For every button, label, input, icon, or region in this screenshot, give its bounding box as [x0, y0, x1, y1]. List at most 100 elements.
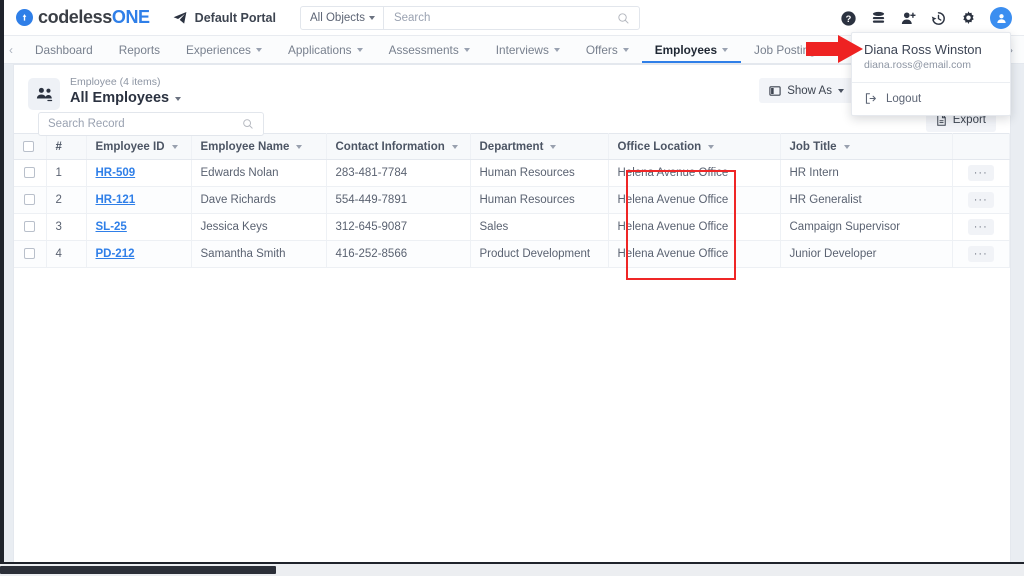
nav-item-interviews[interactable]: Interviews — [483, 36, 573, 63]
nav-item-offers[interactable]: Offers — [573, 36, 642, 63]
window-left-border — [0, 0, 4, 564]
view-selector[interactable]: All Employees — [70, 89, 182, 108]
nav-item-dashboard[interactable]: Dashboard — [22, 36, 106, 63]
user-avatar-button[interactable] — [990, 7, 1012, 29]
user-email: diana.ross@email.com — [864, 59, 971, 71]
people-group-icon — [28, 78, 60, 110]
logout-label: Logout — [886, 92, 922, 105]
gear-icon[interactable] — [960, 10, 977, 27]
row-checkbox[interactable] — [24, 221, 36, 233]
chevron-down-icon[interactable] — [296, 144, 303, 149]
nav-item-employees[interactable]: Employees — [642, 36, 741, 63]
select-all-header — [14, 133, 47, 160]
contact-information-cell: 283-481-7784 — [326, 159, 471, 187]
database-icon[interactable] — [870, 10, 887, 27]
office-location-cell: Helena Avenue Office — [608, 159, 781, 187]
row-checkbox[interactable] — [24, 248, 36, 260]
employee-name-cell: Jessica Keys — [191, 213, 327, 241]
column-header-job-title[interactable]: Job Title — [780, 133, 953, 160]
row-actions-button[interactable]: ··· — [967, 192, 994, 208]
row-actions-button[interactable]: ··· — [967, 219, 994, 235]
chevron-down-icon — [622, 47, 629, 52]
employee-id-link[interactable]: HR-121 — [96, 194, 136, 206]
column-header-department[interactable]: Department — [470, 133, 609, 160]
chevron-down-icon[interactable] — [708, 144, 715, 149]
record-search-box — [38, 112, 264, 136]
help-icon[interactable]: ? — [840, 10, 857, 27]
horizontal-scrollbar-thumb[interactable] — [0, 566, 276, 574]
table-row[interactable]: 3 SL-25 Jessica Keys 312-645-9087 Sales … — [14, 213, 1010, 241]
nav-item-job-postings[interactable]: Job Postings — [741, 36, 846, 63]
people-group-glyph-icon — [36, 87, 52, 101]
nav-item-reports[interactable]: Reports — [106, 36, 173, 63]
chevron-down-icon[interactable] — [550, 144, 557, 149]
office-location-cell: Helena Avenue Office — [608, 213, 781, 241]
horizontal-scrollbar[interactable] — [0, 564, 1024, 576]
table-row[interactable]: 1 HR-509 Edwards Nolan 283-481-7784 Huma… — [14, 159, 1010, 187]
row-number-cell: 4 — [46, 240, 87, 268]
row-actions-button[interactable]: ··· — [967, 165, 994, 181]
department-cell: Product Development — [470, 240, 609, 268]
global-search-bar: All Objects — [300, 6, 640, 30]
employee-id-link[interactable]: PD-212 — [96, 248, 135, 260]
global-search-input[interactable] — [383, 12, 617, 24]
table-row[interactable]: 2 HR-121 Dave Richards 554-449-7891 Huma… — [14, 186, 1010, 214]
column-header-number: # — [46, 133, 87, 160]
chevron-down-icon[interactable] — [843, 144, 850, 149]
chevron-down-icon — [368, 16, 375, 20]
top-bar: codelessONE Default Portal All Objects ? — [0, 0, 1024, 36]
column-header-employee-id[interactable]: Employee ID — [86, 133, 192, 160]
row-select-cell — [14, 240, 47, 268]
nav-label: Reports — [118, 42, 161, 57]
brand-name-part1: codeless — [38, 7, 112, 27]
nav-item-applications[interactable]: Applications — [275, 36, 376, 63]
column-header-employee-name[interactable]: Employee Name — [191, 133, 327, 160]
chevron-down-icon — [722, 47, 729, 52]
table-row[interactable]: 4 PD-212 Samantha Smith 416-252-8566 Pro… — [14, 240, 1010, 268]
portal-selector[interactable]: Default Portal — [172, 10, 276, 26]
search-icon[interactable] — [617, 12, 630, 25]
logout-menu-item[interactable]: Logout — [852, 83, 1010, 115]
user-account-menu: Diana Ross Winston diana.ross@email.com … — [851, 32, 1011, 116]
employee-name-cell: Dave Richards — [191, 186, 327, 214]
job-title-cell: Campaign Supervisor — [780, 213, 953, 241]
table-head: # Employee ID Employee Name Contact Info… — [14, 133, 1010, 160]
row-checkbox[interactable] — [24, 167, 36, 179]
records-panel: Employee (4 items) All Employees Search … — [13, 64, 1011, 564]
search-icon[interactable] — [242, 118, 254, 130]
employee-name-cell: Edwards Nolan — [191, 159, 327, 187]
job-title-cell: HR Intern — [780, 159, 953, 187]
row-actions-cell: ··· — [952, 186, 1010, 214]
row-actions-button[interactable]: ··· — [967, 246, 994, 262]
add-user-icon[interactable] — [900, 10, 917, 27]
layout-icon — [769, 85, 781, 96]
select-all-checkbox[interactable] — [23, 140, 34, 152]
chevron-down-icon[interactable] — [171, 144, 178, 149]
employee-id-link[interactable]: HR-509 — [96, 167, 136, 179]
job-title-cell: Junior Developer — [780, 240, 953, 268]
nav-item-assessments[interactable]: Assessments — [376, 36, 483, 63]
chevron-down-icon — [837, 88, 844, 93]
view-title: All Employees — [70, 90, 170, 106]
svg-text:?: ? — [846, 14, 852, 24]
column-label: Office Location — [617, 140, 702, 153]
brand-wordmark: codelessONE — [38, 7, 150, 28]
chevron-down-icon — [553, 47, 560, 52]
chevron-down-icon[interactable] — [451, 144, 458, 149]
show-as-label: Show As — [787, 84, 832, 97]
history-icon[interactable] — [930, 10, 947, 27]
nav-item-experiences[interactable]: Experiences — [173, 36, 275, 63]
object-header: Employee (4 items) All Employees — [28, 75, 182, 110]
column-header-office-location[interactable]: Office Location — [608, 133, 781, 160]
show-as-button[interactable]: Show As — [759, 78, 854, 103]
brand-logo[interactable]: codelessONE — [16, 7, 150, 28]
object-filter-dropdown[interactable]: All Objects — [301, 7, 384, 29]
portal-label: Default Portal — [194, 10, 276, 25]
employee-id-link[interactable]: SL-25 — [96, 221, 127, 233]
column-header-contact-information[interactable]: Contact Information — [326, 133, 471, 160]
record-search-input[interactable] — [39, 118, 242, 130]
column-label: Employee Name — [200, 140, 290, 153]
user-identity-block: Diana Ross Winston diana.ross@email.com — [852, 33, 1010, 82]
table-body: 1 HR-509 Edwards Nolan 283-481-7784 Huma… — [14, 159, 1010, 268]
row-checkbox[interactable] — [24, 194, 36, 206]
